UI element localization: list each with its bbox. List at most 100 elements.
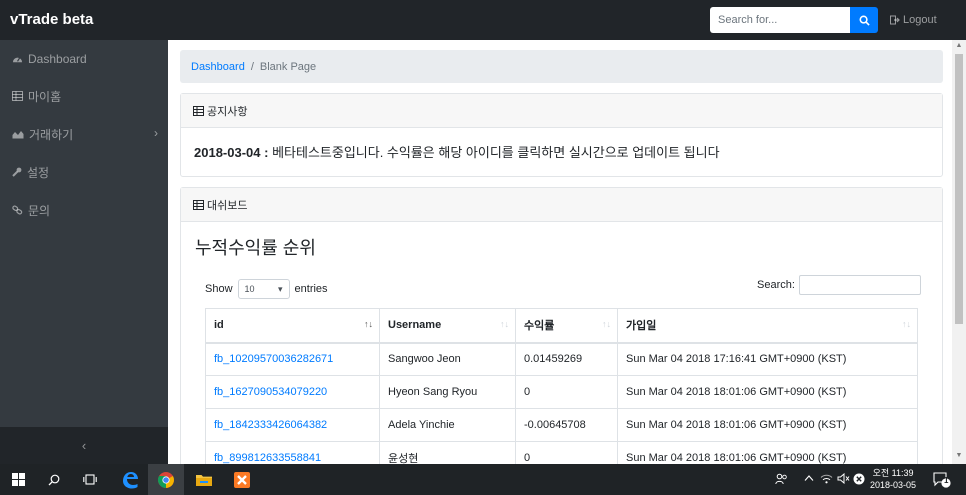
column-header-username[interactable]: Username ↑↓ bbox=[379, 308, 516, 344]
sidebar-item-label: Dashboard bbox=[28, 52, 87, 66]
taskbar-edge-button[interactable] bbox=[112, 464, 148, 495]
chevron-left-icon: ‹ bbox=[81, 438, 87, 453]
sidebar-toggle-button[interactable]: ‹ bbox=[0, 427, 168, 464]
breadcrumb-current: Blank Page bbox=[259, 60, 317, 73]
column-header-rate[interactable]: 수익률 ↑↓ bbox=[515, 308, 618, 344]
logout-label: Logout bbox=[903, 14, 937, 26]
user-id-link[interactable]: fb_899812633558841 bbox=[205, 441, 380, 464]
rate-cell: 0 bbox=[515, 375, 618, 409]
network-error-icon[interactable] bbox=[853, 473, 865, 488]
folder-icon bbox=[196, 474, 212, 486]
ranking-table: id ↑↓ Username ↑↓ 수익률 ↑↓ 가입일 ↑↓ fb_102095700… bbox=[205, 308, 918, 464]
sidebar-item-label: 설정 bbox=[27, 165, 50, 180]
search-group bbox=[710, 7, 878, 33]
username-cell: 윤성현 bbox=[379, 441, 516, 464]
table-row: fb_899812633558841 윤성현 0 Sun Mar 04 2018… bbox=[205, 441, 918, 464]
task-view-button[interactable] bbox=[72, 464, 108, 495]
table-icon bbox=[193, 105, 204, 116]
action-center-button[interactable]: 1 bbox=[928, 464, 956, 495]
show-label: Show bbox=[205, 283, 233, 295]
entries-label: entries bbox=[294, 283, 328, 295]
table-header-row: id ↑↓ Username ↑↓ 수익률 ↑↓ 가입일 ↑↓ bbox=[205, 308, 918, 344]
table-row: fb_10209570036282671 Sangwoo Jeon 0.0145… bbox=[205, 342, 918, 376]
username-cell: Hyeon Sang Ryou bbox=[379, 375, 516, 409]
ranking-title: 누적수익률 순위 bbox=[195, 238, 316, 258]
sidebar-item-settings[interactable]: 설정 bbox=[0, 153, 168, 191]
search-button[interactable] bbox=[850, 7, 878, 33]
page-scrollbar[interactable]: ▲ ▼ bbox=[952, 40, 966, 464]
username-cell: Adela Yinchie bbox=[379, 408, 516, 442]
entries-select-value: 10 bbox=[244, 284, 255, 294]
username-cell: Sangwoo Jeon bbox=[379, 342, 516, 376]
entries-select[interactable]: 10 ▾ bbox=[237, 279, 290, 299]
tray-expand-icon[interactable] bbox=[804, 473, 814, 485]
edge-browser-icon bbox=[123, 471, 138, 488]
scroll-up-arrow-icon[interactable]: ▲ bbox=[955, 42, 963, 52]
user-id-link[interactable]: fb_1627090534079220 bbox=[205, 375, 380, 409]
dashboard-card-header: 대쉬보드 bbox=[181, 188, 942, 222]
sidebar-item-contact[interactable]: 문의 bbox=[0, 191, 168, 229]
sort-icon: ↑↓ bbox=[500, 319, 509, 329]
notice-message: 베타테스트중입니다. 수익률은 해당 아이디를 클릭하면 실시간으로 업데이트 … bbox=[272, 145, 720, 160]
sidebar-item-label: 마이홈 bbox=[28, 89, 62, 104]
sidebar-item-myhome[interactable]: 마이홈 bbox=[0, 77, 168, 115]
clock-date: 2018-03-05 bbox=[870, 480, 917, 490]
wifi-icon[interactable] bbox=[820, 473, 833, 487]
notification-count: 1 bbox=[944, 476, 949, 485]
column-header-id[interactable]: id ↑↓ bbox=[205, 308, 380, 344]
windows-logo-icon bbox=[11, 473, 25, 486]
rate-cell: 0 bbox=[515, 441, 618, 464]
sidebar-item-dashboard[interactable]: Dashboard bbox=[0, 40, 168, 78]
people-icon[interactable] bbox=[775, 473, 788, 488]
scrollbar-thumb[interactable] bbox=[955, 54, 963, 324]
logout-link[interactable]: Logout bbox=[890, 14, 937, 26]
sort-icon: ↑↓ bbox=[602, 319, 611, 329]
chevron-right-icon: › bbox=[154, 126, 158, 140]
wrench-icon bbox=[12, 167, 22, 177]
brand-logo[interactable]: vTrade beta bbox=[10, 11, 93, 28]
rate-cell: 0.01459269 bbox=[515, 342, 618, 376]
table-icon bbox=[12, 91, 23, 101]
scroll-down-arrow-icon[interactable]: ▼ bbox=[955, 452, 963, 462]
taskbar-xampp-button[interactable] bbox=[224, 464, 260, 495]
search-input[interactable] bbox=[710, 7, 850, 33]
table-search: Search: bbox=[757, 275, 921, 295]
table-icon bbox=[193, 199, 204, 210]
user-id-link[interactable]: fb_10209570036282671 bbox=[205, 342, 380, 376]
rate-cell: -0.00645708 bbox=[515, 408, 618, 442]
table-search-label: Search: bbox=[757, 279, 795, 291]
sort-icon: ↑↓ bbox=[902, 319, 911, 329]
table-search-input[interactable] bbox=[798, 275, 921, 295]
breadcrumb: Dashboard / Blank Page bbox=[180, 50, 943, 83]
joined-cell: Sun Mar 04 2018 18:01:06 GMT+0900 (KST) bbox=[617, 441, 918, 464]
dashboard-card: 대쉬보드 누적수익률 순위 Show 10 ▾ entries Search: … bbox=[180, 187, 943, 464]
task-view-icon bbox=[83, 474, 97, 485]
os-taskbar: 오전 11:39 2018-03-05 1 bbox=[0, 464, 966, 495]
taskbar-search-button[interactable] bbox=[36, 464, 72, 495]
notice-body: 2018-03-04 : 베타테스트중입니다. 수익률은 해당 아이디를 클릭하… bbox=[181, 128, 942, 175]
xampp-icon bbox=[234, 471, 250, 488]
sidebar-item-label: 문의 bbox=[28, 203, 51, 218]
clock-time: 오전 11:39 bbox=[872, 468, 914, 478]
table-row: fb_1842333426064382 Adela Yinchie -0.006… bbox=[205, 408, 918, 442]
notice-date: 2018-03-04 bbox=[194, 145, 261, 160]
breadcrumb-home-link[interactable]: Dashboard bbox=[191, 61, 245, 73]
start-button[interactable] bbox=[0, 464, 36, 495]
sidebar: Dashboard 마이홈 거래하기 › 설정 문의 ‹ bbox=[0, 40, 168, 464]
link-icon bbox=[12, 205, 23, 215]
sidebar-item-trade[interactable]: 거래하기 › bbox=[0, 115, 168, 153]
dashboard-card-title: 대쉬보드 bbox=[207, 199, 248, 212]
user-id-link[interactable]: fb_1842333426064382 bbox=[205, 408, 380, 442]
taskbar-chrome-button[interactable] bbox=[148, 464, 184, 495]
volume-icon[interactable] bbox=[837, 472, 850, 487]
notice-card-header: 공지사항 bbox=[181, 94, 942, 128]
taskbar-clock[interactable]: 오전 11:39 2018-03-05 bbox=[870, 467, 916, 491]
main-content: Dashboard / Blank Page 공지사항 2018-03-04 :… bbox=[168, 40, 952, 464]
joined-cell: Sun Mar 04 2018 17:16:41 GMT+0900 (KST) bbox=[617, 342, 918, 376]
top-navbar: vTrade beta Logout bbox=[0, 0, 966, 40]
entries-length-control: Show 10 ▾ entries bbox=[205, 279, 328, 299]
taskbar-explorer-button[interactable] bbox=[186, 464, 222, 495]
chrome-browser-icon bbox=[158, 471, 174, 488]
column-header-joined[interactable]: 가입일 ↑↓ bbox=[617, 308, 918, 344]
search-icon bbox=[859, 15, 870, 26]
